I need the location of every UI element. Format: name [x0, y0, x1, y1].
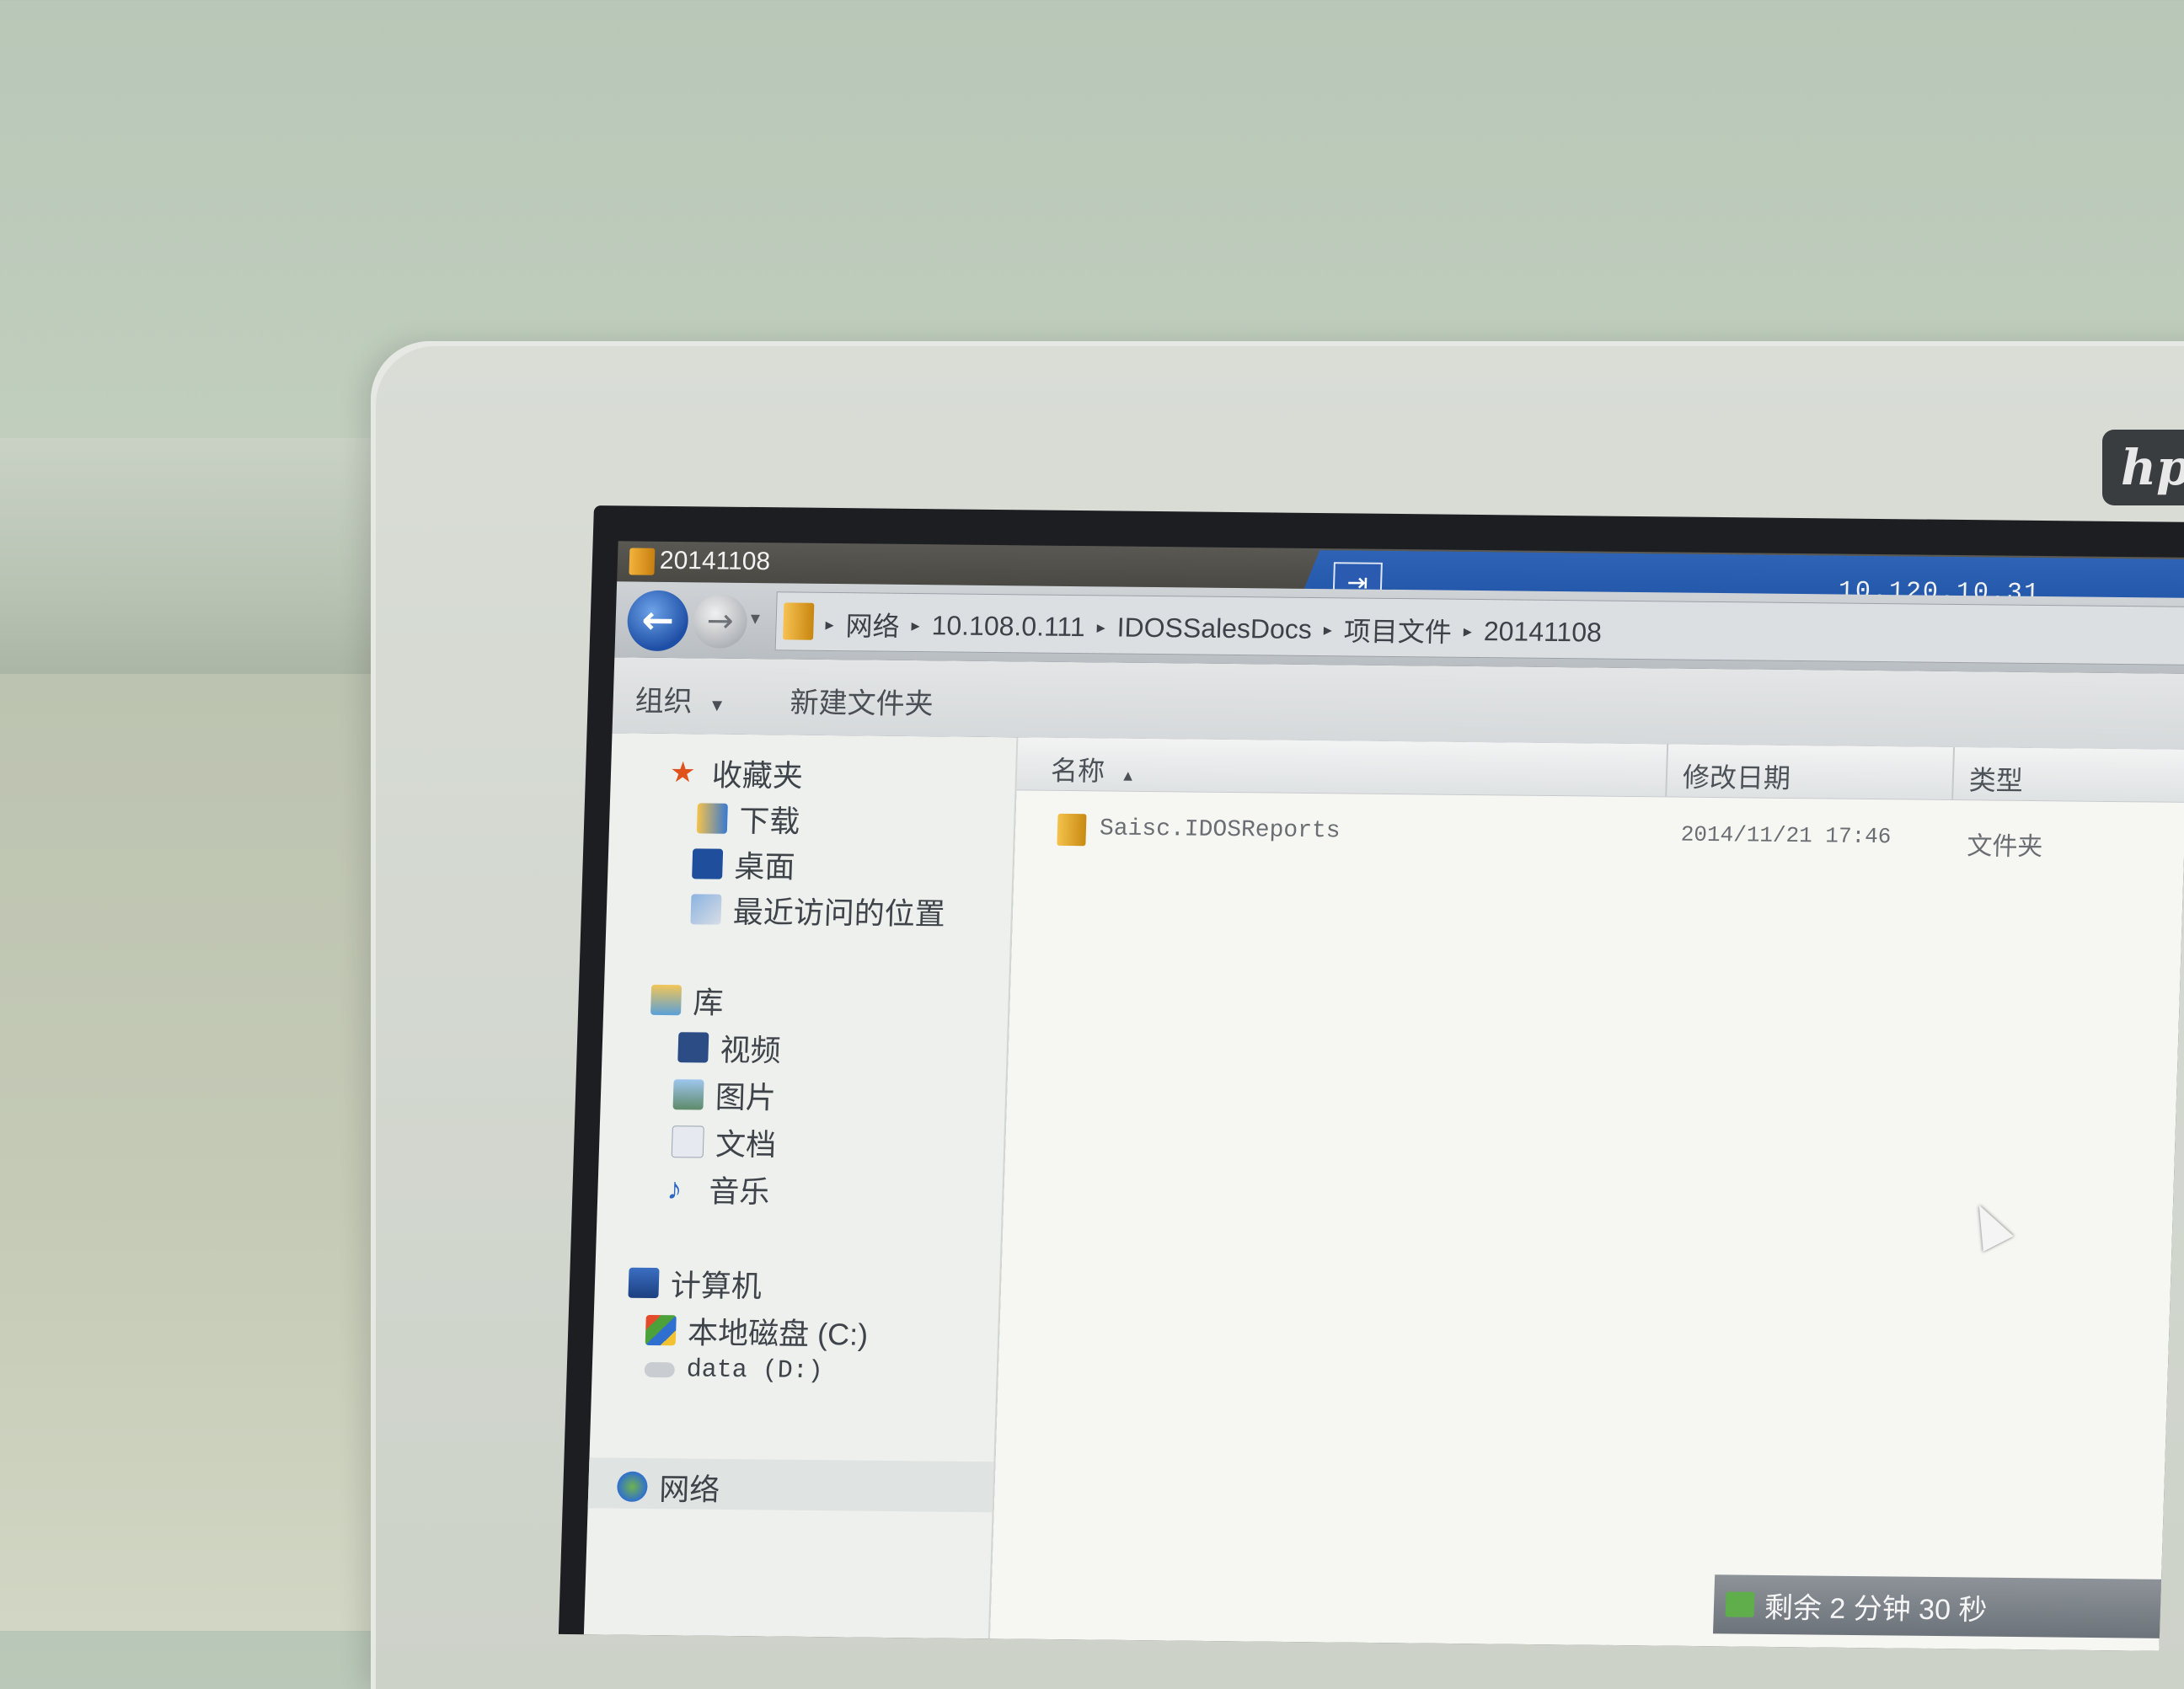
breadcrumb-item-share[interactable]: IDOSSalesDocs	[1116, 612, 1312, 644]
desktop-icon	[692, 848, 724, 879]
documents-icon	[671, 1125, 704, 1158]
breadcrumb-item-server[interactable]: 10.108.0.111	[931, 610, 1085, 643]
nav-item-downloads[interactable]: 下载	[696, 796, 801, 841]
nav-item-videos[interactable]: 视频	[677, 1025, 782, 1070]
nav-label: 本地磁盘 (C:)	[687, 1315, 869, 1352]
nav-label: 桌面	[733, 848, 796, 885]
table-row[interactable]: Saisc.IDOSReports 2014/11/21 17:46 文件夹	[1014, 804, 2184, 868]
breadcrumb-separator[interactable]: ▸	[825, 613, 834, 634]
breadcrumb-separator[interactable]: ▸	[1096, 617, 1105, 638]
column-header-row: 名称 ▲ 修改日期 类型	[1016, 737, 2184, 804]
column-header-name[interactable]: 名称 ▲	[1050, 750, 1136, 789]
nav-label: data (D:)	[686, 1355, 824, 1387]
hard-drive-icon	[644, 1361, 676, 1378]
file-name: Saisc.IDOSReports	[1099, 815, 1341, 845]
column-header-modified[interactable]: 修改日期	[1682, 756, 1791, 796]
column-divider[interactable]	[1665, 744, 1669, 797]
nav-item-pictures[interactable]: 图片	[672, 1072, 777, 1117]
libraries-icon	[650, 984, 682, 1016]
nav-item-documents[interactable]: 文档	[671, 1120, 777, 1164]
breadcrumb: ▸ 网络 ▸ 10.108.0.111 ▸ IDOSSalesDocs ▸ 项目…	[825, 605, 1603, 652]
session-countdown-notification: 剩余 2 分钟 30 秒	[1712, 1574, 2184, 1639]
organize-menu-button[interactable]: 组织 ▾	[634, 678, 723, 720]
video-icon	[677, 1032, 709, 1063]
computer-icon	[628, 1267, 660, 1299]
system-drive-icon	[645, 1314, 677, 1346]
nav-label: 最近访问的位置	[732, 894, 946, 932]
nav-item-desktop[interactable]: 桌面	[692, 842, 796, 886]
nav-label: 网络	[658, 1472, 720, 1507]
column-header-label: 名称	[1050, 755, 1105, 787]
navigation-pane: ★ 收藏夹 下载 桌面 最近访问的位置 库 视频 图片 文档 ♪ 音乐 计算机 …	[582, 733, 1019, 1651]
breadcrumb-item-project-files[interactable]: 项目文件	[1343, 610, 1452, 649]
monitor-icon	[1725, 1591, 1755, 1617]
new-folder-button[interactable]: 新建文件夹	[790, 680, 934, 723]
column-header-type[interactable]: 类型	[1968, 759, 2023, 799]
explorer-window: 20141108 ⇥ 10.120.10.31 ← → ▾ ▸ 网络 ▸ 10.…	[558, 505, 2184, 1651]
nav-item-network[interactable]: 网络	[616, 1465, 721, 1510]
hp-logo: hp	[2102, 430, 2184, 505]
nav-label: 文档	[715, 1126, 777, 1163]
nav-item-recent-places[interactable]: 最近访问的位置	[690, 887, 946, 933]
breadcrumb-separator[interactable]: ▸	[911, 614, 920, 635]
mouse-cursor-icon	[1963, 1197, 2014, 1252]
nav-label: 计算机	[670, 1268, 763, 1304]
recent-pages-dropdown[interactable]: ▾	[750, 608, 760, 629]
nav-label: 视频	[720, 1032, 782, 1068]
breadcrumb-separator[interactable]: ▸	[1323, 619, 1333, 640]
folder-icon	[1057, 813, 1087, 847]
nav-label: 库	[692, 985, 725, 1020]
nav-item-libraries[interactable]: 库	[650, 978, 725, 1023]
nav-item-data-d[interactable]: data (D:)	[644, 1355, 823, 1386]
nav-label: 图片	[715, 1079, 777, 1115]
nav-item-computer[interactable]: 计算机	[628, 1261, 763, 1307]
sort-ascending-icon: ▲	[1120, 767, 1137, 784]
music-note-icon: ♪	[666, 1171, 683, 1206]
forward-button[interactable]: →	[692, 594, 748, 649]
breadcrumb-separator[interactable]: ▸	[1463, 620, 1473, 641]
nav-label: 音乐	[708, 1173, 771, 1210]
downloads-folder-icon	[696, 803, 728, 834]
back-button[interactable]: ←	[626, 590, 689, 652]
star-icon: ★	[669, 756, 697, 789]
file-modified: 2014/11/21 17:46	[1680, 821, 1892, 850]
file-type: 文件夹	[1966, 832, 2043, 862]
window-title: 20141108	[659, 546, 771, 576]
column-divider[interactable]	[1951, 746, 1956, 799]
nav-label: 下载	[738, 803, 800, 839]
nav-item-local-disk-c[interactable]: 本地磁盘 (C:)	[645, 1308, 869, 1355]
network-icon	[616, 1471, 648, 1502]
nav-label: 收藏夹	[711, 757, 804, 794]
breadcrumb-item-current[interactable]: 20141108	[1483, 616, 1602, 648]
folder-icon	[783, 602, 815, 640]
recent-places-icon	[690, 894, 722, 925]
address-bar[interactable]: ▸ 网络 ▸ 10.108.0.111 ▸ IDOSSalesDocs ▸ 项目…	[774, 591, 2184, 666]
chevron-down-icon: ▾	[711, 693, 723, 717]
breadcrumb-item-network[interactable]: 网络	[845, 605, 900, 644]
pictures-icon	[672, 1079, 704, 1110]
nav-item-favorites[interactable]: ★ 收藏夹	[669, 751, 804, 796]
organize-label: 组织	[634, 685, 693, 719]
file-list: 名称 ▲ 修改日期 类型 Saisc.IDOSReports 2014/11/2…	[988, 737, 2184, 1651]
nav-item-music[interactable]: ♪ 音乐	[666, 1167, 771, 1211]
folder-icon	[629, 548, 656, 575]
countdown-text: 剩余 2 分钟 30 秒	[1764, 1591, 1989, 1627]
